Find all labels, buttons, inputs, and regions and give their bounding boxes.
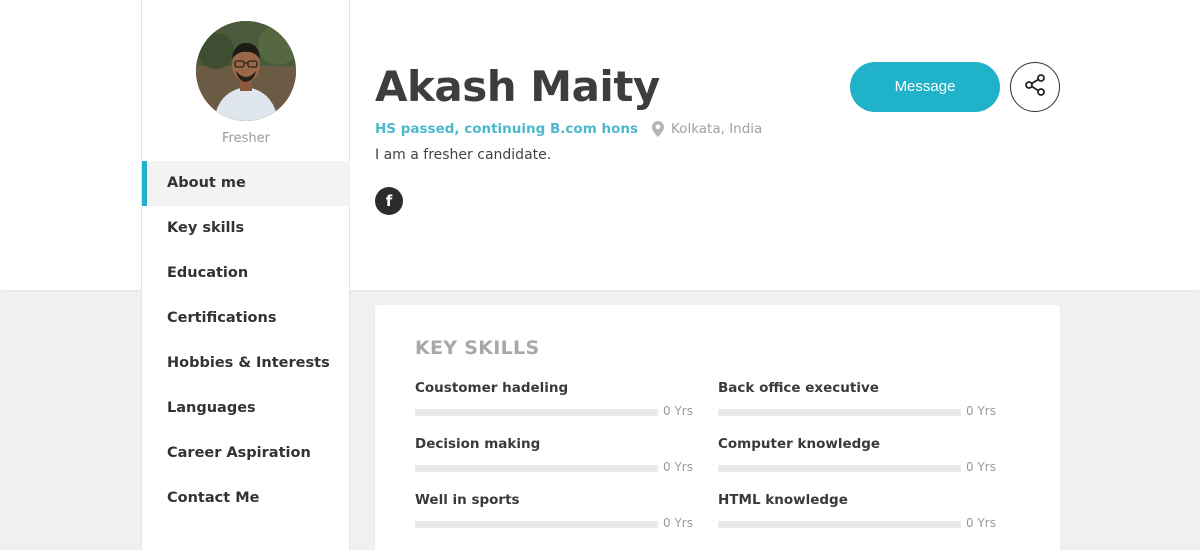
sidebar-item-education[interactable]: Education [142,251,350,296]
key-skills-card: KEY SKILLS Coustomer hadeling 0 Yrs Back… [375,305,1060,550]
skill-name: Back office executive [718,380,879,396]
location-pin-icon [652,121,664,137]
sidebar-item-certifications[interactable]: Certifications [142,296,350,341]
candidate-role: Fresher [222,131,270,146]
sidebar-item-contact-me[interactable]: Contact Me [142,476,350,521]
skill-item: Computer knowledge 0 Yrs [718,436,998,474]
profile-meta: HS passed, continuing B.com hons Kolkata… [375,121,762,137]
sidebar-nav: About me Key skills Education Certificat… [142,161,350,521]
skill-name: Coustomer hadeling [415,380,569,396]
skill-item: HTML knowledge 0 Yrs [718,492,998,530]
skill-name: HTML knowledge [718,492,848,508]
profile-name: Akash Maity [375,62,660,111]
skill-level-bar [415,521,658,528]
skill-years: 0 Yrs [663,516,693,530]
location-text: Kolkata, India [671,121,763,137]
skill-level-bar [415,465,658,472]
skill-years: 0 Yrs [966,404,996,418]
skill-name: Decision making [415,436,541,452]
skill-level-bar [718,409,961,416]
skill-level-bar [718,521,961,528]
sidebar: Fresher About me Key skills Education Ce… [141,0,350,550]
sidebar-item-key-skills[interactable]: Key skills [142,206,350,251]
skill-item: Back office executive 0 Yrs [718,380,998,418]
share-icon [1023,73,1047,101]
skill-years: 0 Yrs [966,460,996,474]
sidebar-item-career-aspiration[interactable]: Career Aspiration [142,431,350,476]
skill-item: Decision making 0 Yrs [415,436,695,474]
sidebar-item-about-me[interactable]: About me [142,161,350,206]
key-skills-title: KEY SKILLS [415,337,540,359]
message-button[interactable]: Message [850,62,1000,112]
sidebar-item-languages[interactable]: Languages [142,386,350,431]
skill-name: Computer knowledge [718,436,881,452]
profile-bio: I am a fresher candidate. [375,147,552,163]
share-button[interactable] [1010,62,1060,112]
skill-item: Well in sports 0 Yrs [415,492,695,530]
skill-level-bar [415,409,658,416]
skill-years: 0 Yrs [966,516,996,530]
profile-page: Fresher About me Key skills Education Ce… [0,0,1200,550]
skill-item: Coustomer hadeling 0 Yrs [415,380,695,418]
skill-years: 0 Yrs [663,460,693,474]
avatar [196,21,296,121]
education-summary: HS passed, continuing B.com hons [375,121,638,137]
skill-name: Well in sports [415,492,520,508]
skill-years: 0 Yrs [663,404,693,418]
sidebar-item-hobbies[interactable]: Hobbies & Interests [142,341,350,386]
skill-level-bar [718,465,961,472]
facebook-icon[interactable]: f [375,187,403,215]
